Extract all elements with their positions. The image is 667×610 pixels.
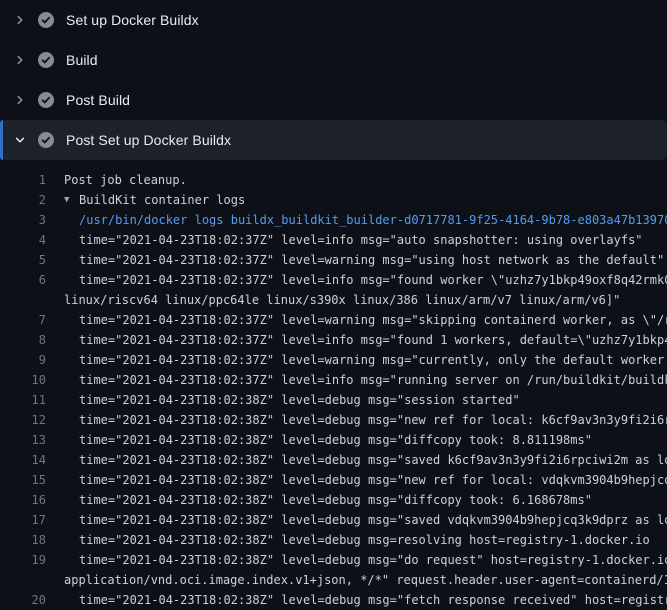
- log-text: application/vnd.oci.image.index.v1+json,…: [64, 570, 667, 590]
- line-number[interactable]: 16: [0, 490, 46, 510]
- line-number[interactable]: 20: [0, 590, 46, 610]
- line-number[interactable]: 9: [0, 350, 46, 370]
- step-header-build[interactable]: Build: [0, 40, 667, 80]
- log-line: 17 time="2021-04-23T18:02:38Z" level=debu…: [0, 510, 667, 530]
- log-text: time="2021-04-23T18:02:38Z" level=debug …: [79, 430, 592, 450]
- log-line: 15 time="2021-04-23T18:02:38Z" level=debu…: [0, 470, 667, 490]
- chevron-right-icon: [12, 12, 28, 28]
- step-label: Post Set up Docker Buildx: [66, 132, 231, 148]
- line-number[interactable]: 15: [0, 470, 46, 490]
- line-number[interactable]: 2: [0, 190, 46, 210]
- log-line-wrap: application/vnd.oci.image.index.v1+json,…: [0, 570, 667, 590]
- chevron-right-icon: [12, 92, 28, 108]
- log-line: 16 time="2021-04-23T18:02:38Z" level=debu…: [0, 490, 667, 510]
- log-text: time="2021-04-23T18:02:37Z" level=info m…: [79, 230, 643, 250]
- check-circle-icon: [38, 132, 54, 148]
- log-text: time="2021-04-23T18:02:37Z" level=info m…: [79, 270, 667, 290]
- check-circle-icon: [38, 92, 54, 108]
- log-line: 14 time="2021-04-23T18:02:38Z" level=debu…: [0, 450, 667, 470]
- log-line: 11 time="2021-04-23T18:02:38Z" level=debu…: [0, 390, 667, 410]
- line-number[interactable]: 18: [0, 530, 46, 550]
- step-header-post-build[interactable]: Post Build: [0, 80, 667, 120]
- step-label: Build: [66, 52, 98, 68]
- log-text: BuildKit container logs: [79, 190, 245, 210]
- log-text: time="2021-04-23T18:02:38Z" level=debug …: [79, 490, 592, 510]
- line-number[interactable]: 17: [0, 510, 46, 530]
- log-text: time="2021-04-23T18:02:37Z" level=info m…: [79, 370, 667, 390]
- log-line: 5 time="2021-04-23T18:02:37Z" level=warni…: [0, 250, 667, 270]
- line-number[interactable]: 6: [0, 270, 46, 290]
- line-number[interactable]: 5: [0, 250, 46, 270]
- log-line: 2 ▼BuildKit container logs: [0, 190, 667, 210]
- line-number[interactable]: 12: [0, 410, 46, 430]
- log-line: 12 time="2021-04-23T18:02:38Z" level=debu…: [0, 410, 667, 430]
- log-text: time="2021-04-23T18:02:37Z" level=warnin…: [79, 350, 667, 370]
- group-toggle-icon[interactable]: ▼: [64, 190, 79, 210]
- step-label: Post Build: [66, 92, 130, 108]
- log-text: time="2021-04-23T18:02:38Z" level=debug …: [79, 510, 667, 530]
- log-line-wrap: linux/riscv64 linux/ppc64le linux/s390x …: [0, 290, 667, 310]
- log-line: 3/usr/bin/docker logs buildx_buildkit_bu…: [0, 210, 667, 230]
- line-number[interactable]: 8: [0, 330, 46, 350]
- line-number[interactable]: 13: [0, 430, 46, 450]
- line-number[interactable]: 1: [0, 170, 46, 190]
- log-text: Post job cleanup.: [64, 170, 187, 190]
- log-line: 4 time="2021-04-23T18:02:37Z" level=info …: [0, 230, 667, 250]
- log-line: 13 time="2021-04-23T18:02:38Z" level=debu…: [0, 430, 667, 450]
- log-text: linux/riscv64 linux/ppc64le linux/s390x …: [64, 290, 620, 310]
- line-number[interactable]: 10: [0, 370, 46, 390]
- log-text: time="2021-04-23T18:02:38Z" level=debug …: [79, 410, 667, 430]
- log-text: time="2021-04-23T18:02:38Z" level=debug …: [79, 590, 667, 610]
- line-number: [0, 290, 46, 310]
- log-text: time="2021-04-23T18:02:38Z" level=debug …: [79, 470, 667, 490]
- log-line: 19 time="2021-04-23T18:02:38Z" level=debu…: [0, 550, 667, 570]
- line-number[interactable]: 4: [0, 230, 46, 250]
- log-line: 9 time="2021-04-23T18:02:37Z" level=warni…: [0, 350, 667, 370]
- chevron-down-icon: [12, 132, 28, 148]
- log-text: time="2021-04-23T18:02:38Z" level=debug …: [79, 530, 650, 550]
- log-text: time="2021-04-23T18:02:37Z" level=info m…: [79, 330, 667, 350]
- line-number[interactable]: 7: [0, 310, 46, 330]
- log-line: 18 time="2021-04-23T18:02:38Z" level=debu…: [0, 530, 667, 550]
- log-line: 7 time="2021-04-23T18:02:37Z" level=warni…: [0, 310, 667, 330]
- log-view: 1 Post job cleanup. 2 ▼BuildKit container l…: [0, 170, 667, 610]
- log-line: 20 time="2021-04-23T18:02:38Z" level=debu…: [0, 590, 667, 610]
- step-header-post-set-up-docker-buildx[interactable]: Post Set up Docker Buildx: [0, 120, 667, 160]
- log-text: time="2021-04-23T18:02:38Z" level=debug …: [79, 390, 520, 410]
- log-line: 6 time="2021-04-23T18:02:37Z" level=info …: [0, 270, 667, 290]
- check-circle-icon: [38, 12, 54, 28]
- line-number[interactable]: 19: [0, 550, 46, 570]
- log-text: time="2021-04-23T18:02:38Z" level=debug …: [79, 550, 667, 570]
- line-number[interactable]: 11: [0, 390, 46, 410]
- steps-list: Set up Docker Buildx Build Post Build Post …: [0, 0, 667, 160]
- log-line: 8 time="2021-04-23T18:02:37Z" level=info …: [0, 330, 667, 350]
- check-circle-icon: [38, 52, 54, 68]
- line-number[interactable]: 14: [0, 450, 46, 470]
- line-number: [0, 570, 46, 590]
- log-line: 1 Post job cleanup.: [0, 170, 667, 190]
- step-label: Set up Docker Buildx: [66, 12, 199, 28]
- log-text: time="2021-04-23T18:02:37Z" level=warnin…: [79, 310, 667, 330]
- log-line: 10 time="2021-04-23T18:02:37Z" level=info…: [0, 370, 667, 390]
- log-command-text: /usr/bin/docker logs buildx_buildkit_bui…: [79, 210, 667, 230]
- log-text: time="2021-04-23T18:02:38Z" level=debug …: [79, 450, 667, 470]
- chevron-right-icon: [12, 52, 28, 68]
- log-text: time="2021-04-23T18:02:37Z" level=warnin…: [79, 250, 664, 270]
- line-number[interactable]: 3: [0, 210, 46, 230]
- step-header-set-up-docker-buildx[interactable]: Set up Docker Buildx: [0, 0, 667, 40]
